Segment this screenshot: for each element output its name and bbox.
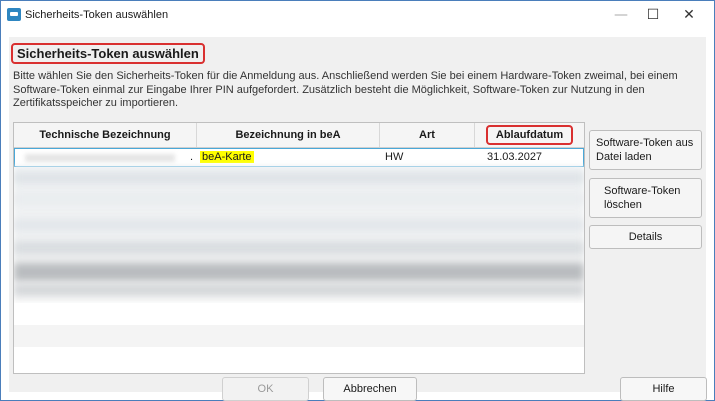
column-header-bea-name[interactable]: Bezeichnung in beA (197, 123, 380, 147)
empty-table-row (14, 347, 584, 369)
minimize-icon[interactable]: — (605, 5, 637, 25)
column-header-technical-name[interactable]: Technische Bezeichnung (14, 123, 197, 147)
cancel-button[interactable]: Abbrechen (323, 377, 417, 401)
technical-name-visible: . (190, 151, 194, 163)
dialog-content: Sicherheits-Token auswählen Bitte wählen… (9, 37, 707, 401)
redacted-row (14, 241, 584, 255)
redacted-text (25, 154, 175, 162)
empty-table-row (14, 325, 584, 347)
redacted-row (14, 219, 584, 231)
column-header-expiry-label: Ablaufdatum (485, 125, 574, 145)
cell-bea-name: beA-Karte (200, 149, 254, 166)
dialog-heading: Sicherheits-Token auswählen (11, 43, 205, 64)
help-button[interactable]: Hilfe (620, 377, 707, 401)
ok-button[interactable]: OK (222, 377, 309, 401)
load-software-token-button[interactable]: Software-Token aus Datei laden (589, 130, 702, 170)
redacted-row (14, 193, 584, 205)
window-title: Sicherheits-Token auswählen (25, 9, 169, 21)
redacted-row (14, 285, 584, 295)
title-bar: Sicherheits-Token auswählen — ☐ ✕ (1, 1, 714, 29)
table-row-selected[interactable]: . beA-Karte HW 31.03.2027 (14, 148, 584, 167)
redacted-row (14, 263, 584, 281)
redacted-row (14, 173, 584, 183)
bea-app-icon (7, 8, 21, 21)
delete-software-token-button[interactable]: Software-Token löschen (589, 178, 702, 218)
close-icon[interactable]: ✕ (673, 5, 705, 25)
bea-name-highlight: beA-Karte (200, 151, 254, 163)
dialog-window: Sicherheits-Token auswählen — ☐ ✕ Sicher… (0, 0, 715, 401)
details-button[interactable]: Details (589, 225, 702, 249)
cell-expiry: 31.03.2027 (487, 151, 543, 163)
cell-technical-name: . (19, 149, 194, 166)
dialog-description: Bitte wählen Sie den Sicherheits-Token f… (13, 70, 678, 109)
column-header-type[interactable]: Art (380, 123, 475, 147)
cell-type: HW (385, 151, 404, 163)
token-table: Technische Bezeichnung Bezeichnung in be… (13, 122, 585, 374)
table-header: Technische Bezeichnung Bezeichnung in be… (14, 123, 584, 148)
empty-table-row (14, 303, 584, 325)
maximize-icon[interactable]: ☐ (637, 5, 669, 25)
redacted-rows (14, 166, 584, 302)
column-header-expiry[interactable]: Ablaufdatum (475, 123, 584, 147)
